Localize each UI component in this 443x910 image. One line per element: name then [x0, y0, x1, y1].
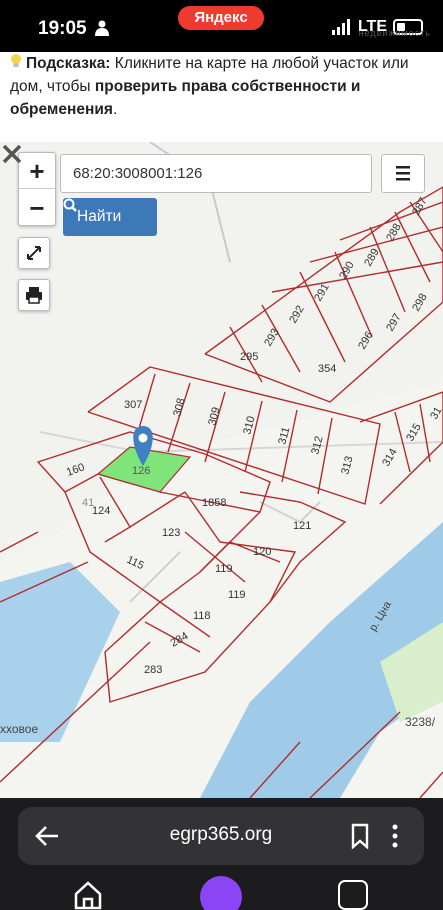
- find-button-label: Найти: [77, 208, 122, 225]
- more-options-icon[interactable]: [390, 823, 400, 849]
- watermark-text: недвижимость: [358, 28, 431, 38]
- svg-text:121: 121: [293, 520, 311, 532]
- menu-button[interactable]: [381, 154, 425, 193]
- svg-text:308: 308: [171, 397, 187, 418]
- status-time: 19:05: [38, 18, 87, 39]
- svg-text:292: 292: [287, 304, 307, 326]
- svg-text:123: 123: [162, 527, 180, 539]
- expand-icon: [27, 246, 41, 260]
- url-bar[interactable]: egrp365.org: [18, 807, 424, 865]
- svg-text:119: 119: [215, 563, 233, 575]
- svg-text:118: 118: [193, 610, 211, 622]
- find-button[interactable]: Найти: [63, 198, 157, 236]
- svg-text:298: 298: [410, 292, 430, 314]
- search-icon: [63, 198, 77, 212]
- place-label: хховое: [0, 722, 38, 736]
- browser-bottom-bar: egrp365.org: [0, 798, 443, 910]
- svg-text:283: 283: [144, 664, 162, 676]
- bookmark-icon[interactable]: [350, 823, 370, 849]
- svg-text:160: 160: [65, 461, 86, 479]
- hint-suffix: .: [112, 101, 118, 118]
- person-icon: [95, 20, 109, 36]
- svg-text:295: 295: [240, 351, 258, 363]
- svg-text:309: 309: [206, 406, 222, 427]
- svg-text:120: 120: [253, 546, 271, 558]
- clear-icon[interactable]: [0, 142, 24, 166]
- svg-text:124: 124: [92, 505, 110, 517]
- yandex-badge[interactable]: Яндекс: [178, 6, 264, 30]
- svg-text:1858: 1858: [202, 497, 226, 509]
- hint-text: Подсказка: Кликните на карте на любой уч…: [0, 52, 443, 142]
- print-button[interactable]: [18, 279, 50, 311]
- cadastral-map[interactable]: 287 288 289 290 291 292 293 295 296 297 …: [0, 142, 443, 798]
- lightbulb-icon: [11, 54, 21, 67]
- alice-assistant-icon[interactable]: [200, 876, 242, 910]
- map-canvas[interactable]: 287 288 289 290 291 292 293 295 296 297 …: [0, 142, 443, 798]
- status-bar: 19:05 Яндекс LTE недвижимость: [0, 0, 443, 52]
- printer-icon: [26, 287, 42, 304]
- svg-text:119: 119: [228, 589, 246, 601]
- svg-text:287: 287: [410, 196, 430, 218]
- zoom-out-button[interactable]: −: [19, 190, 55, 226]
- hint-prefix: Подсказка:: [26, 55, 111, 72]
- hamburger-icon: [396, 166, 410, 181]
- svg-text:296: 296: [356, 330, 376, 352]
- fullscreen-button[interactable]: [18, 237, 50, 269]
- svg-text:354: 354: [318, 363, 336, 375]
- svg-text:297: 297: [384, 312, 404, 334]
- cadastral-search-input[interactable]: 68:20:3008001:126: [60, 154, 372, 193]
- zoom-in-button[interactable]: +: [19, 153, 55, 189]
- svg-text:293: 293: [262, 327, 282, 349]
- tabs-icon[interactable]: [338, 880, 368, 910]
- bottom-right-label: 3238/: [405, 715, 436, 729]
- svg-text:307: 307: [124, 399, 142, 411]
- selected-parcel-label: 126: [132, 465, 150, 477]
- home-icon[interactable]: [72, 878, 104, 910]
- signal-icon: [331, 19, 350, 35]
